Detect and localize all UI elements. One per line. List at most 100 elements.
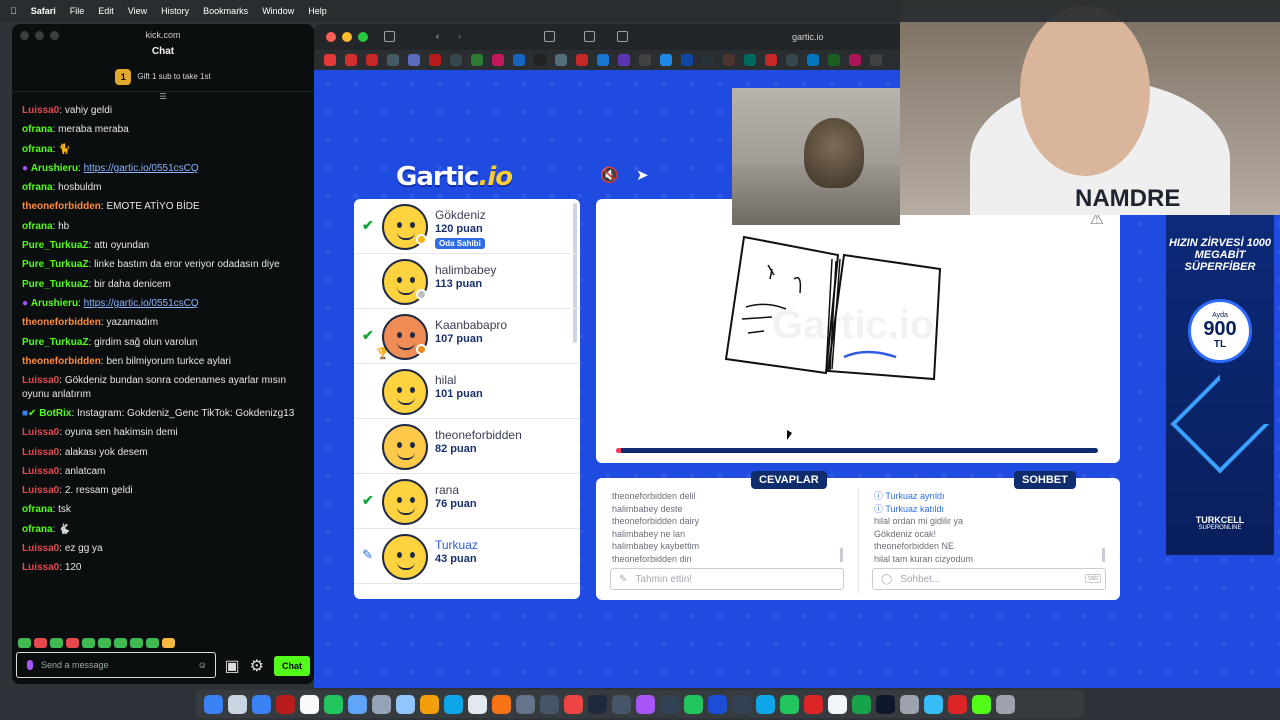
ad-banner[interactable]: HIZIN ZİRVESİ 1000 MEGABİT SÜPERFİBER Ay… xyxy=(1166,215,1274,555)
chat-message: Pure_TurkuaZ: girdim sağ olun varolun xyxy=(22,336,198,348)
chat-message: ■✔ BotRix: Instagram: Gokdeniz_Genc TikT… xyxy=(22,407,295,419)
guess-input[interactable]: ✎ Tahmin ettin! xyxy=(610,568,844,590)
sound-off-icon[interactable]: 🔇 xyxy=(600,166,620,184)
chat-message: ofrana: tsk xyxy=(22,504,71,516)
chat-system-line: ⓘ Turkuaz katıldı xyxy=(874,503,945,514)
notes-icon[interactable] xyxy=(617,31,628,42)
player-row[interactable]: ✎ Turkuaz 43 puan xyxy=(354,529,580,584)
chat-link[interactable]: https://gartic.io/0551csCQ xyxy=(84,298,199,309)
menu-bookmarks[interactable]: Bookmarks xyxy=(203,6,248,16)
chat-message: ● Arushieru: https://gartic.io/0551csCQ xyxy=(22,297,199,309)
answer-line: halimbabey deste xyxy=(612,503,683,514)
pinned-toggle-icon[interactable]: ☰ xyxy=(12,92,314,104)
emote-bar[interactable] xyxy=(18,638,175,648)
player-points: 113 puan xyxy=(435,278,483,290)
menu-history[interactable]: History xyxy=(161,6,189,16)
chat-message: ofrana: hb xyxy=(22,220,70,232)
chat-bubble-icon: ◯ xyxy=(881,573,893,585)
player-row[interactable]: ✔ 🏆 Kaanbabapro 107 puan xyxy=(354,309,580,364)
avatar xyxy=(382,479,428,525)
chat-message: ofrana: meraba meraba xyxy=(22,124,129,136)
chat-header-title: Chat xyxy=(151,46,175,57)
player-row[interactable]: halimbabey 113 puan xyxy=(354,254,580,309)
chat-messages: Luissa0: vahiy geldi ofrana: meraba mera… xyxy=(12,104,314,575)
answers-scrollbar[interactable] xyxy=(840,548,843,562)
status-dot-icon xyxy=(416,344,427,355)
emoji-icon[interactable]: ☺ xyxy=(198,660,207,670)
player-name: theoneforbidden xyxy=(435,428,522,442)
apple-icon[interactable]:  xyxy=(10,6,17,16)
gift-banner[interactable]: 1 Gift 1 sub to take 1st xyxy=(12,62,314,92)
stream-chat-window: kick.com Chat 1 Gift 1 sub to take 1st ☰… xyxy=(12,24,314,684)
mail-icon[interactable] xyxy=(584,31,595,42)
forward-icon[interactable]: › xyxy=(458,31,469,42)
window-controls[interactable] xyxy=(326,32,368,42)
chat-link[interactable]: https://gartic.io/0551csCQ xyxy=(84,163,199,174)
tab-key-hint: tab xyxy=(1085,574,1101,583)
player-row[interactable]: ✔ Gökdeniz 120 puan Oda Sahibi xyxy=(354,199,580,254)
drawing-canvas[interactable]: Gartic.io ⚠ xyxy=(596,199,1120,463)
player-name: Kaanbabapro xyxy=(435,318,508,332)
chat-message: Luissa0: alakası yok desem xyxy=(22,446,148,458)
chat-line: hilal ordan mi gidilir ya xyxy=(874,516,964,527)
macos-dock[interactable] xyxy=(196,690,1084,718)
ad-brand: TURKCELL SUPERONLINE xyxy=(1195,515,1245,531)
chat-scrollbar[interactable] xyxy=(1102,548,1105,562)
chat-message-input[interactable]: Send a message ☺ xyxy=(16,652,216,678)
guessed-check-icon: ✔ xyxy=(362,217,374,233)
tab-answers[interactable]: CEVAPLAR xyxy=(751,471,827,489)
ad-headline: HIZIN ZİRVESİ 1000 MEGABİT SÜPERFİBER xyxy=(1168,237,1272,273)
menu-help[interactable]: Help xyxy=(308,6,327,16)
player-row[interactable]: theoneforbidden 82 puan xyxy=(354,419,580,474)
menu-view[interactable]: View xyxy=(128,6,147,16)
chat-message: Luissa0: vahiy geldi xyxy=(22,105,113,116)
house-icon xyxy=(1170,374,1270,474)
player-row[interactable]: hilal 101 puan xyxy=(354,364,580,419)
emote-icon: 🐇 xyxy=(58,523,71,535)
chat-line: theoneforbidden NE xyxy=(874,541,955,552)
answers-list: theoneforbidden delil halimbabey deste t… xyxy=(612,490,847,566)
menu-file[interactable]: File xyxy=(70,6,85,16)
settings-gear-icon[interactable]: ⚙ xyxy=(250,656,264,676)
chat-line: hilal tam kuran cizyodum xyxy=(874,553,974,564)
send-chat-button[interactable]: Chat xyxy=(274,656,310,676)
game-chat-input[interactable]: ◯ Sohbet... tab xyxy=(872,568,1106,590)
mic-badge-icon: ● xyxy=(22,162,29,174)
player-points: 76 puan xyxy=(435,498,477,510)
chat-message: theoneforbidden: yazamadım xyxy=(22,317,159,329)
address-bar[interactable]: gartic.io xyxy=(792,32,824,42)
chat-message: ofrana: 🐈 xyxy=(22,143,71,155)
player-name: halimbabey xyxy=(435,263,497,277)
sidebar-toggle-icon[interactable] xyxy=(384,31,395,42)
window-controls[interactable] xyxy=(20,31,59,40)
menu-window[interactable]: Window xyxy=(262,6,294,16)
emote-icon: 🐈 xyxy=(58,143,71,155)
menu-app-name[interactable]: Safari xyxy=(31,6,56,16)
answer-line: halimbabey ne lan xyxy=(612,528,686,539)
menu-edit[interactable]: Edit xyxy=(98,6,114,16)
chat-message: Luissa0: oyuna sen hakimsin demi xyxy=(22,427,178,439)
back-icon[interactable]: ‹ xyxy=(436,31,447,42)
extension-icon[interactable] xyxy=(544,31,555,42)
answers-chat-panel: CEVAPLAR SOHBET theoneforbidden delil ha… xyxy=(596,471,1120,600)
avatar xyxy=(382,369,428,415)
chat-message: Luissa0: ez gg ya xyxy=(22,543,103,555)
chat-message: ofrana: hosbuldm xyxy=(22,182,102,194)
player-name: hilal xyxy=(435,373,457,387)
mouse-cursor xyxy=(787,430,792,440)
store-icon[interactable]: ▣ xyxy=(225,656,240,676)
status-dot-icon xyxy=(416,289,427,300)
pencil-icon: ✎ xyxy=(619,573,628,585)
guessed-check-icon: ✔ xyxy=(362,492,374,508)
menu-bar:  Safari File Edit View History Bookmark… xyxy=(0,0,1280,22)
share-icon[interactable]: ➤ xyxy=(636,166,656,184)
room-owner-badge: Oda Sahibi xyxy=(435,238,485,249)
chat-system-line: ⓘ Turkuaz ayrıldı xyxy=(874,491,945,501)
player-name: Turkuaz xyxy=(435,538,478,552)
gift-text: Gift 1 sub to take 1st xyxy=(137,72,211,81)
guess-placeholder: Tahmin ettin! xyxy=(635,573,693,585)
player-row[interactable]: ✔ rana 76 puan xyxy=(354,474,580,529)
hoodie-text: NAMDRE xyxy=(1075,185,1181,212)
tab-chat[interactable]: SOHBET xyxy=(1014,471,1076,489)
gartic-logo[interactable]: Gartic.io xyxy=(396,162,513,192)
